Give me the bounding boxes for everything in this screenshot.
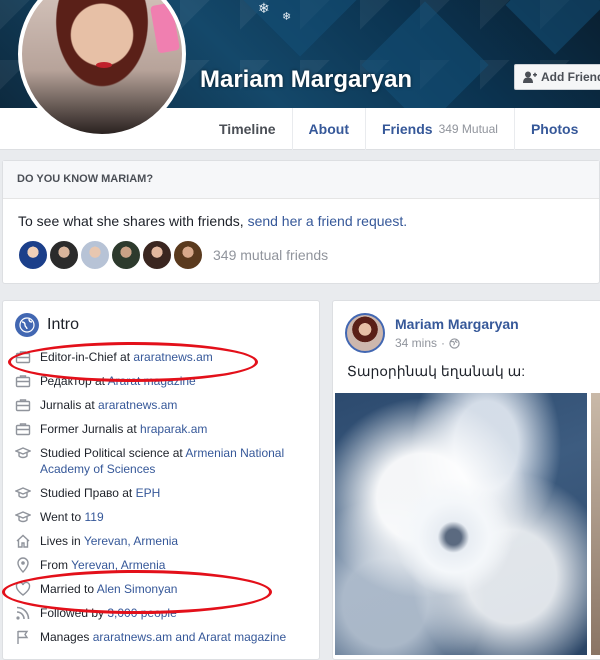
post-image-secondary[interactable] (591, 393, 600, 655)
mutual-friends-count[interactable]: 349 mutual friends (213, 247, 328, 263)
lips-in-photo (96, 62, 112, 68)
tab-timeline-label: Timeline (219, 121, 276, 137)
post-meta-separator: · (441, 336, 446, 350)
add-friend-icon (523, 71, 537, 83)
intro-title: Intro (47, 316, 80, 333)
do-you-know-heading: DO YOU KNOW MARIAM? (3, 161, 599, 199)
mutual-friend-avatar[interactable] (79, 239, 111, 271)
intro-item: Studied Право at ЕРН (14, 485, 307, 501)
graduation-cap-icon (14, 509, 32, 525)
intro-item-prefix: Jurnalis at (40, 398, 95, 412)
flag-icon (15, 629, 31, 645)
intro-item: Jurnalis at araratnews.am (15, 397, 307, 413)
tab-timeline[interactable]: Timeline (203, 108, 292, 150)
timeline-post: Mariam Margaryan 34 mins · Տարօրինակ եղա… (332, 300, 600, 660)
tab-photos[interactable]: Photos (513, 108, 594, 150)
do-you-know-box: DO YOU KNOW MARIAM? To see what she shar… (2, 160, 600, 284)
snowflake-icon: ❄ (258, 0, 270, 16)
location-pin-icon (15, 557, 31, 573)
graduation-cap-icon (14, 485, 32, 501)
post-text: Տարօրինակ եղանակ ա: (347, 363, 526, 379)
mutual-friend-avatar[interactable] (48, 239, 80, 271)
intro-item-text: Manages araratnews.am and Ararat magazin… (40, 629, 286, 645)
tab-friends[interactable]: Friends 349 Mutual (364, 108, 514, 150)
rss-icon (15, 605, 31, 621)
intro-item-text: Studied Political science at Armenian Na… (40, 445, 307, 477)
tab-friends-count: 349 Mutual (438, 122, 498, 136)
intro-item-text: Studied Право at ЕРН (40, 485, 160, 501)
mutual-friends-row: 349 mutual friends (3, 229, 599, 271)
mutual-friend-avatar[interactable] (110, 239, 142, 271)
intro-item-prefix: Former Jurnalis at (40, 422, 137, 436)
intro-item-prefix: Manages (40, 630, 90, 644)
mutual-friend-avatar[interactable] (141, 239, 173, 271)
intro-item-prefix: Lives in (40, 534, 81, 548)
tab-friends-label: Friends (381, 121, 433, 137)
add-friend-button[interactable]: Add Friend (514, 64, 600, 90)
intro-item-text: Lives in Yerevan, Armenia (40, 533, 178, 549)
intro-item-prefix: Studied Political science at (40, 446, 183, 460)
post-author-avatar[interactable] (345, 313, 385, 353)
tab-photos-label: Photos (530, 121, 579, 137)
annotation-ellipse-married (2, 570, 272, 614)
home-icon (15, 533, 31, 549)
profile-name[interactable]: Mariam Margaryan (200, 66, 412, 94)
intro-item-link[interactable]: ЕРН (136, 486, 161, 500)
post-timestamp[interactable]: 34 mins (395, 336, 437, 350)
intro-item-link[interactable]: araratnews.am and Ararat magazine (93, 630, 286, 644)
intro-header: Intro (15, 313, 307, 337)
briefcase-icon (15, 397, 31, 413)
intro-item-text: Jurnalis at araratnews.am (40, 397, 177, 413)
intro-item: Former Jurnalis at hraparak.am (15, 421, 307, 437)
intro-item: Lives in Yerevan, Armenia (15, 533, 307, 549)
intro-item-prefix: Studied Право at (40, 486, 133, 500)
intro-item-prefix: Went to (40, 510, 82, 524)
mutual-friend-avatar[interactable] (17, 239, 49, 271)
annotation-ellipse-editor (8, 342, 258, 382)
friend-request-prompt: To see what she shares with friends, sen… (3, 199, 599, 229)
public-globe-icon[interactable] (449, 337, 460, 349)
friend-request-text: To see what she shares with friends, (18, 213, 244, 229)
snowflake-icon: ❄ (282, 11, 292, 23)
tab-about[interactable]: About (291, 108, 365, 150)
globe-icon (15, 313, 39, 337)
post-author-name[interactable]: Mariam Margaryan (395, 316, 519, 332)
intro-item-link[interactable]: araratnews.am (98, 398, 177, 412)
intro-item: Went to 119 (14, 509, 307, 525)
graduation-cap-icon (14, 445, 32, 461)
intro-item-text: Went to 119 (40, 509, 104, 525)
post-meta: 34 mins · (395, 336, 460, 350)
post-image-hurricane[interactable] (335, 393, 587, 655)
tab-about-label: About (308, 121, 349, 137)
intro-item-text: Former Jurnalis at hraparak.am (40, 421, 207, 437)
add-friend-label: Add Friend (541, 70, 600, 84)
intro-item-link[interactable]: Yerevan, Armenia (84, 534, 178, 548)
intro-item: Studied Political science at Armenian Na… (14, 445, 307, 477)
send-friend-request-link[interactable]: send her a friend request. (248, 213, 408, 229)
briefcase-icon (15, 421, 31, 437)
intro-item: Manages araratnews.am and Ararat magazin… (15, 629, 307, 645)
briefcase-icon (15, 373, 31, 389)
mutual-friend-avatar[interactable] (172, 239, 204, 271)
intro-item-link[interactable]: 119 (84, 510, 103, 524)
intro-item-prefix: From (40, 558, 68, 572)
intro-item-link[interactable]: hraparak.am (140, 422, 207, 436)
